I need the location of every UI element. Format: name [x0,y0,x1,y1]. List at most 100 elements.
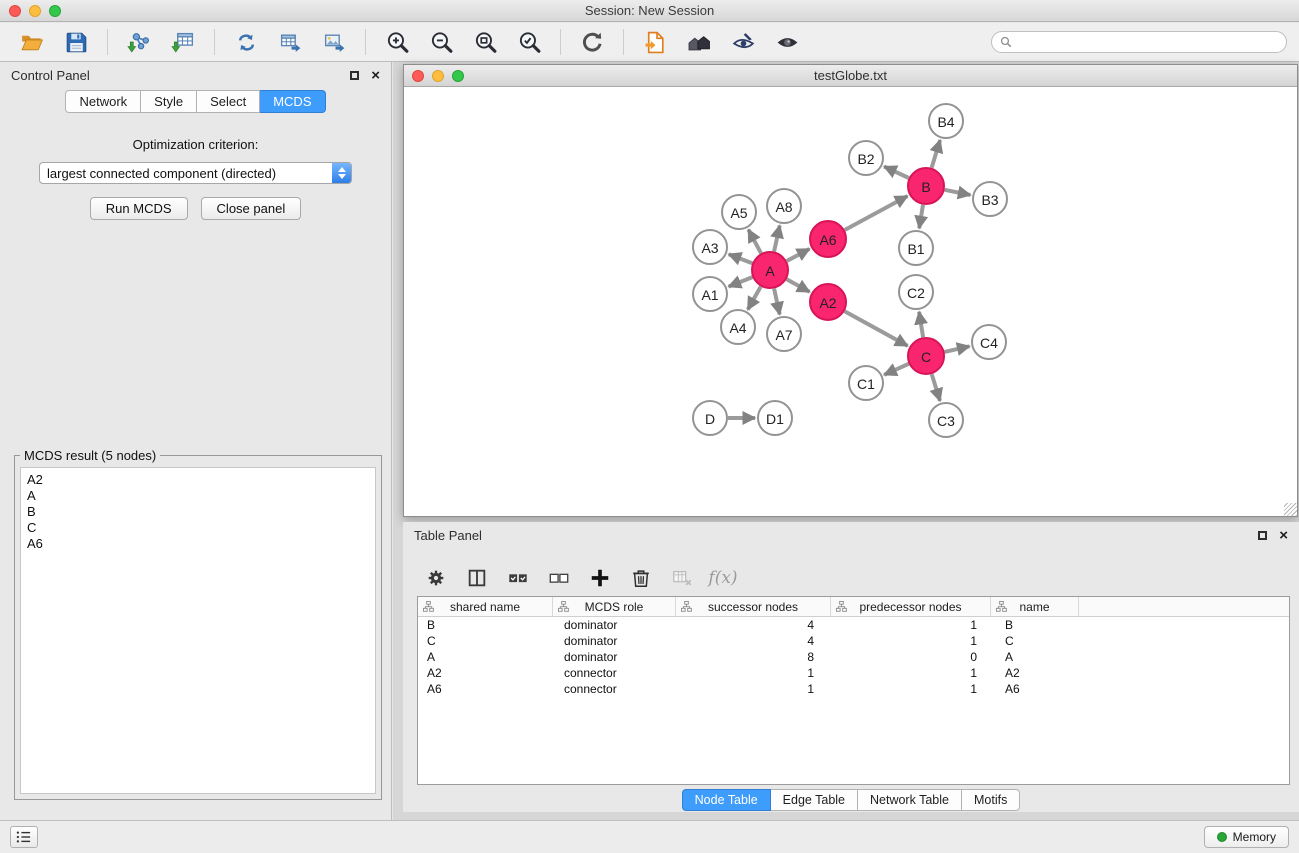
maximize-window-button[interactable] [49,5,61,17]
graph-node-C4[interactable]: C4 [972,325,1006,359]
window-titlebar[interactable]: Session: New Session [0,0,1299,22]
graph-node-A[interactable]: A [752,252,788,288]
graph-node-C3[interactable]: C3 [929,403,963,437]
graph-edge-B-B1[interactable] [919,205,923,229]
apply-layout-button[interactable] [572,26,612,58]
graph-node-D[interactable]: D [693,401,727,435]
graph-node-A3[interactable]: A3 [693,230,727,264]
mcds-result-list[interactable]: A2 A B C A6 [20,467,376,794]
column-header[interactable]: successor nodes [676,597,831,616]
table-settings-button[interactable] [423,565,449,591]
control-panel-tab[interactable]: Style [141,90,197,113]
select-all-button[interactable] [505,565,531,591]
graph-node-A2[interactable]: A2 [810,284,846,320]
table-row[interactable]: A6 connector 1 1 A6 [418,681,1289,697]
graphics-details-button[interactable] [767,26,807,58]
graph-node-A5[interactable]: A5 [722,195,756,229]
graph-node-B4[interactable]: B4 [929,104,963,138]
open-session-button[interactable] [12,26,52,58]
search-input[interactable] [1017,35,1278,49]
graph-node-A1[interactable]: A1 [693,277,727,311]
graph-edge-A-A7[interactable] [774,289,780,315]
delete-column-button[interactable] [628,565,654,591]
float-table-panel-button[interactable] [1258,531,1267,540]
close-panel-button-cp[interactable]: Close panel [201,197,302,220]
graph-edge-B-B2[interactable] [884,167,909,179]
table-row[interactable]: A2 connector 1 1 A2 [418,665,1289,681]
graph-edge-C-C3[interactable] [932,374,940,401]
network-graph[interactable]: B4 B2 B B3 A8 A5 A6 A3 B1 A C2 A1 A2 A4 A7 C4 C C1 D D1 C3 [404,87,1297,516]
graph-edge-C-C4[interactable] [945,346,970,352]
network-close-button[interactable] [412,70,424,82]
column-header[interactable]: shared name [418,597,553,616]
zoom-out-button[interactable] [421,26,461,58]
graph-edge-A-A6[interactable] [787,249,810,261]
split-columns-button[interactable] [464,565,490,591]
graph-edge-A-A4[interactable] [748,287,761,310]
graph-node-D1[interactable]: D1 [758,401,792,435]
graph-node-A7[interactable]: A7 [767,317,801,351]
graph-edge-B-B4[interactable] [932,140,941,168]
network-minimize-button[interactable] [432,70,444,82]
import-network-button[interactable] [119,26,159,58]
graph-edge-C-C1[interactable] [884,364,909,375]
clone-network-button[interactable] [226,26,266,58]
search-box[interactable] [991,31,1287,53]
graph-node-B2[interactable]: B2 [849,141,883,175]
save-session-button[interactable] [56,26,96,58]
deselect-all-button[interactable] [546,565,572,591]
graph-node-A6[interactable]: A6 [810,221,846,257]
table-row[interactable]: A dominator 8 0 A [418,649,1289,665]
graph-node-C2[interactable]: C2 [899,275,933,309]
graph-edge-A-A8[interactable] [774,226,780,252]
graph-edge-A-A1[interactable] [729,277,753,287]
network-canvas[interactable]: B4 B2 B B3 A8 A5 A6 A3 B1 A C2 A1 A2 A4 A7 C4 C C1 D D1 C3 [404,87,1297,516]
graph-node-C[interactable]: C [908,338,944,374]
column-header[interactable]: name [991,597,1079,616]
graph-node-B1[interactable]: B1 [899,231,933,265]
zoom-selected-button[interactable] [509,26,549,58]
graph-node-B[interactable]: B [908,168,944,204]
column-header[interactable]: predecessor nodes [831,597,991,616]
export-image-button[interactable] [314,26,354,58]
table-tab[interactable]: Edge Table [771,789,858,811]
zoom-in-button[interactable] [377,26,417,58]
export-table-button[interactable] [270,26,310,58]
run-mcds-button[interactable]: Run MCDS [90,197,188,220]
table-row[interactable]: B dominator 4 1 B [418,617,1289,633]
float-panel-button[interactable] [350,71,359,80]
control-panel-tab[interactable]: Network [65,90,141,113]
window-resize-grip[interactable] [1284,503,1297,516]
table-tab[interactable]: Node Table [682,789,771,811]
table-tab[interactable]: Motifs [962,789,1020,811]
graph-node-A4[interactable]: A4 [721,310,755,344]
delete-table-button[interactable] [669,565,695,591]
graph-edge-A-A3[interactable] [729,254,753,263]
control-panel-tab[interactable]: MCDS [260,90,325,113]
network-window-titlebar[interactable]: testGlobe.txt [404,65,1297,87]
add-column-button[interactable] [587,565,613,591]
close-table-panel-button[interactable]: × [1279,528,1288,543]
annotation-mode-button[interactable] [723,26,763,58]
graph-edge-C-C2[interactable] [919,312,923,337]
column-header[interactable]: MCDS role [553,597,676,616]
close-panel-button[interactable]: × [371,68,380,83]
close-window-button[interactable] [9,5,21,17]
graph-node-B3[interactable]: B3 [973,182,1007,216]
show-home-button[interactable] [679,26,719,58]
apply-function-button[interactable]: f(x) [710,565,736,591]
network-maximize-button[interactable] [452,70,464,82]
graph-node-A8[interactable]: A8 [767,189,801,223]
open-document-button[interactable] [635,26,675,58]
optimization-criterion-select[interactable]: largest connected component (directed) [39,162,352,184]
table-row[interactable]: C dominator 4 1 C [418,633,1289,649]
control-panel-tab[interactable]: Select [197,90,260,113]
zoom-fit-button[interactable] [465,26,505,58]
minimize-window-button[interactable] [29,5,41,17]
graph-edge-A-A5[interactable] [748,230,761,254]
graph-node-C1[interactable]: C1 [849,366,883,400]
graph-edge-B-B3[interactable] [945,190,971,195]
graph-edge-A2-C[interactable] [845,311,908,346]
import-table-button[interactable] [163,26,203,58]
graph-edge-A-A2[interactable] [787,279,810,292]
